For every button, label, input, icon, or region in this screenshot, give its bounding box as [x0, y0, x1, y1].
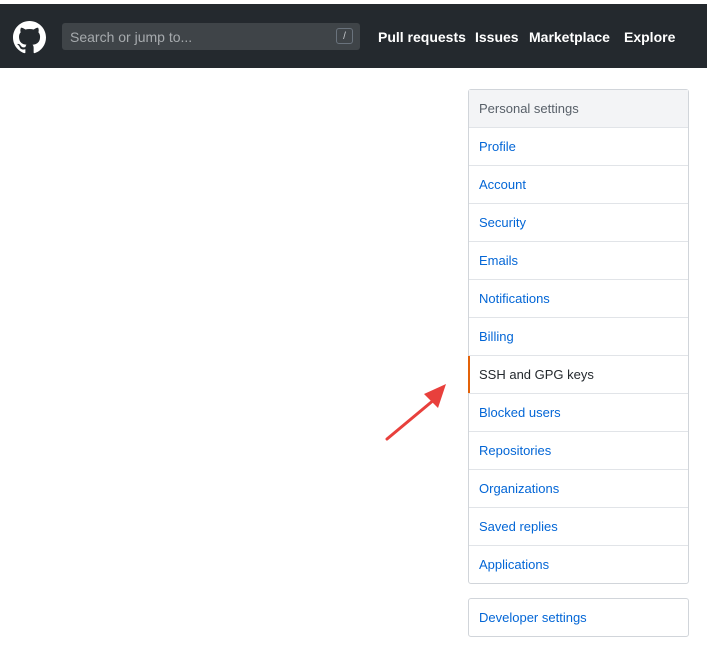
search-shortcut-key: / — [336, 28, 353, 44]
search-box: / — [62, 23, 360, 50]
menu-item-saved-replies[interactable]: Saved replies — [469, 508, 688, 546]
menu-item-notifications[interactable]: Notifications — [469, 280, 688, 318]
nav-pull-requests[interactable]: Pull requests — [378, 29, 466, 45]
menu-item-emails[interactable]: Emails — [469, 242, 688, 280]
nav-issues[interactable]: Issues — [475, 29, 519, 45]
search-input[interactable] — [62, 23, 322, 50]
menu-item-profile[interactable]: Profile — [469, 128, 688, 166]
menu-item-ssh-gpg-keys[interactable]: SSH and GPG keys — [468, 356, 688, 394]
menu-item-organizations[interactable]: Organizations — [469, 470, 688, 508]
developer-settings-menu: Developer settings — [468, 598, 689, 637]
menu-item-applications[interactable]: Applications — [469, 546, 688, 583]
nav-marketplace[interactable]: Marketplace — [529, 29, 610, 45]
menu-item-security[interactable]: Security — [469, 204, 688, 242]
menu-item-blocked-users[interactable]: Blocked users — [469, 394, 688, 432]
header: / Pull requests Issues Marketplace Explo… — [0, 4, 707, 68]
annotation-arrow-icon — [385, 384, 446, 441]
settings-menu: Personal settings Profile Account Securi… — [468, 89, 689, 584]
nav-explore[interactable]: Explore — [624, 29, 675, 45]
menu-item-account[interactable]: Account — [469, 166, 688, 204]
menu-item-repositories[interactable]: Repositories — [469, 432, 688, 470]
github-logo-icon[interactable] — [13, 21, 46, 54]
settings-menu-heading: Personal settings — [469, 90, 688, 128]
menu-item-billing[interactable]: Billing — [469, 318, 688, 356]
menu-item-developer-settings[interactable]: Developer settings — [469, 599, 688, 636]
